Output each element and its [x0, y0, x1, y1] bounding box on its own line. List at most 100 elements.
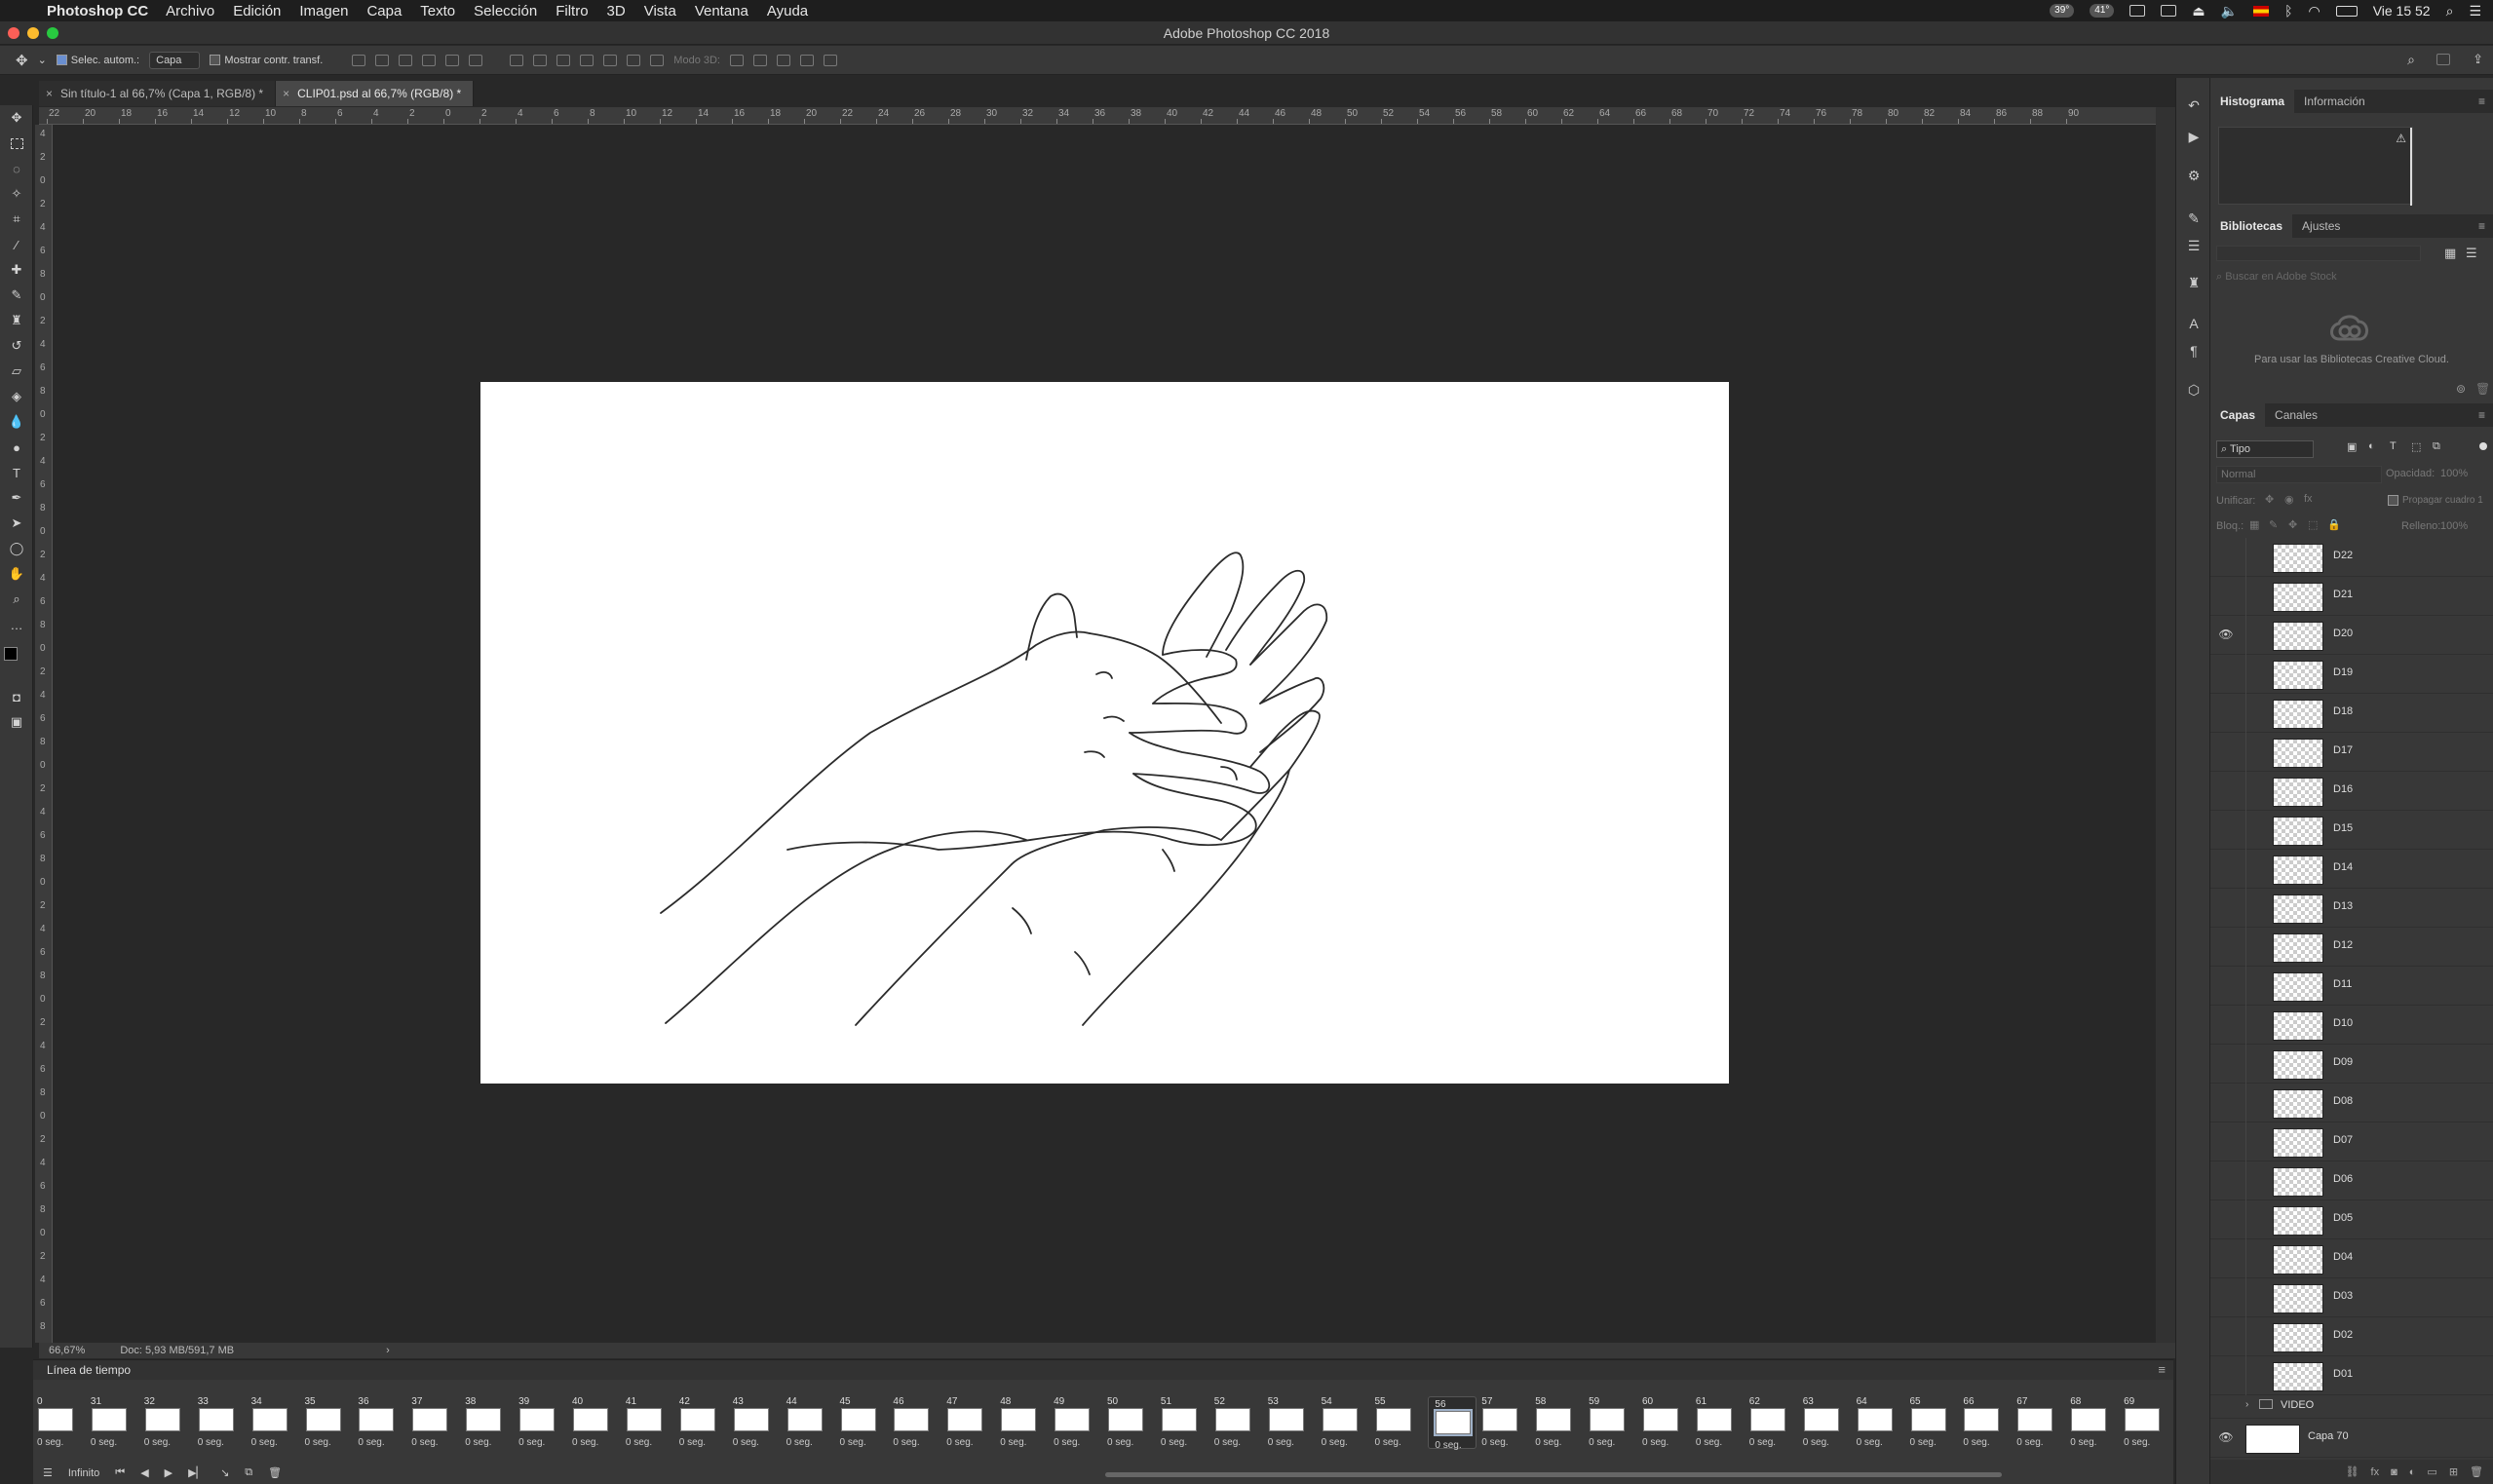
frame-thumbnail[interactable]	[573, 1408, 608, 1431]
frame-thumbnail[interactable]	[1536, 1408, 1572, 1431]
frame-thumbnail[interactable]	[894, 1408, 930, 1431]
timeline-frame[interactable]: 53 0 seg.	[1268, 1396, 1317, 1449]
lock-position-icon[interactable]: ✥	[2288, 518, 2297, 531]
filter-shape-icon[interactable]: ⬚	[2411, 440, 2421, 453]
align-bottom-icon[interactable]	[399, 54, 413, 66]
frame-duration-dropdown[interactable]: 0 seg.	[946, 1437, 995, 1448]
visibility-eye-icon[interactable]	[2216, 550, 2236, 565]
menu-item[interactable]: Texto	[420, 3, 455, 19]
visibility-eye-icon[interactable]: 👁	[2216, 1430, 2236, 1446]
unify-style-icon[interactable]: fx	[2304, 493, 2313, 505]
auto-align-icon[interactable]	[650, 54, 665, 66]
visibility-eye-icon[interactable]	[2216, 939, 2236, 955]
visibility-eye-icon[interactable]	[2216, 783, 2236, 799]
move-tool-icon[interactable]: ✥	[7, 109, 26, 127]
tab-channels[interactable]: Canales	[2265, 403, 2327, 427]
panel-menu-icon[interactable]: ≡	[2478, 90, 2485, 113]
foreground-color-swatch[interactable]	[4, 647, 18, 661]
timeline-frame[interactable]: 37 0 seg.	[411, 1396, 460, 1449]
layer-row[interactable]: D17	[2210, 733, 2493, 772]
frame-duration-dropdown[interactable]: 0 seg.	[1589, 1437, 1637, 1448]
frame-thumbnail[interactable]	[947, 1408, 983, 1431]
distribute-vcenter-icon[interactable]	[533, 54, 548, 66]
tab-layers[interactable]: Capas	[2210, 403, 2266, 427]
menu-item[interactable]: Archivo	[166, 3, 214, 19]
fill-input[interactable]: 100%	[2440, 520, 2468, 532]
auto-select-checkbox[interactable]	[56, 55, 67, 66]
visibility-eye-icon[interactable]	[2216, 1290, 2236, 1306]
layer-row[interactable]: D19	[2210, 655, 2493, 694]
timeline-frame[interactable]: 61 0 seg.	[1696, 1396, 1745, 1449]
opacity-input[interactable]: 100%	[2440, 468, 2468, 479]
frame-thumbnail[interactable]	[1857, 1408, 1893, 1431]
layer-name[interactable]: D17	[2333, 744, 2353, 756]
lock-transparency-icon[interactable]: ▦	[2249, 518, 2259, 531]
timeline-frame[interactable]: 50 0 seg.	[1107, 1396, 1156, 1449]
frame-thumbnail[interactable]	[1214, 1408, 1250, 1431]
menu-item[interactable]: Ayuda	[767, 3, 808, 19]
layer-row[interactable]: D09	[2210, 1045, 2493, 1084]
new-layer-icon[interactable]: ⊞	[2449, 1465, 2458, 1478]
quick-mask-icon[interactable]: ◘	[7, 688, 26, 705]
timeline-frame[interactable]: 31 0 seg.	[91, 1396, 139, 1449]
frame-thumbnail[interactable]	[733, 1408, 769, 1431]
visibility-eye-icon[interactable]	[2216, 978, 2236, 994]
menu-item[interactable]: Imagen	[299, 3, 348, 19]
visibility-eye-icon[interactable]	[2216, 1251, 2236, 1267]
adjustments-sliders-icon[interactable]: ☰	[2185, 238, 2203, 253]
align-horizontal-center-icon[interactable]	[445, 54, 460, 66]
history-icon[interactable]: ↶	[2185, 97, 2203, 113]
eyedropper-tool-icon[interactable]: ⁄	[7, 236, 26, 253]
type-tool-icon[interactable]: T	[7, 464, 26, 481]
frame-duration-dropdown[interactable]: 0 seg.	[1268, 1437, 1317, 1448]
layer-row[interactable]: D01	[2210, 1356, 2493, 1395]
frame-duration-dropdown[interactable]: 0 seg.	[1161, 1437, 1209, 1448]
zoom-window-button[interactable]	[47, 27, 58, 39]
clone-stamp-tool-icon[interactable]: ♜	[7, 312, 26, 329]
filter-toggle-icon[interactable]	[2479, 442, 2487, 450]
battery-icon[interactable]	[2335, 5, 2358, 17]
frame-thumbnail[interactable]	[1108, 1408, 1143, 1431]
warning-icon[interactable]: ⚠	[2396, 132, 2406, 145]
path-selection-tool-icon[interactable]: ➤	[7, 514, 26, 532]
distribute-right-icon[interactable]	[627, 54, 641, 66]
magic-wand-tool-icon[interactable]: ✧	[7, 185, 26, 203]
layer-name[interactable]: D10	[2333, 1017, 2353, 1029]
layer-name[interactable]: D12	[2333, 939, 2353, 951]
visibility-eye-icon[interactable]	[2216, 1368, 2236, 1384]
delete-frame-icon[interactable]: 🗑	[268, 1466, 282, 1479]
frame-thumbnail[interactable]	[1590, 1408, 1626, 1431]
frame-thumbnail[interactable]	[1001, 1408, 1037, 1431]
tab-clip01[interactable]: × CLIP01.psd al 66,7% (RGB/8) *	[276, 81, 475, 106]
timeline-frame[interactable]: 36 0 seg.	[358, 1396, 406, 1449]
layer-name[interactable]: Capa 70	[2308, 1430, 2349, 1442]
pen-tool-icon[interactable]: ✒	[7, 489, 26, 507]
align-vertical-center-icon[interactable]	[375, 54, 390, 66]
status-expand-icon[interactable]: ›	[386, 1345, 390, 1356]
tab-adjustments[interactable]: Ajustes	[2292, 214, 2350, 238]
frame-thumbnail[interactable]	[519, 1408, 556, 1431]
timeline-frame[interactable]: 63 0 seg.	[1803, 1396, 1852, 1449]
share-icon[interactable]: ⇪	[2473, 52, 2483, 67]
frame-thumbnail[interactable]	[679, 1408, 715, 1431]
drag-3d-icon[interactable]	[777, 54, 790, 66]
layer-row-background[interactable]: 👁 Capa 70	[2210, 1419, 2493, 1458]
align-left-icon[interactable]	[422, 54, 437, 66]
timeline-frame[interactable]: 34 0 seg.	[251, 1396, 300, 1449]
layer-name[interactable]: D06	[2333, 1173, 2353, 1185]
layer-style-icon[interactable]: fx	[2371, 1466, 2380, 1478]
zoom-level[interactable]: 66,67%	[49, 1345, 85, 1356]
layer-row[interactable]: D13	[2210, 889, 2493, 928]
clone-source-icon[interactable]: ♜	[2185, 275, 2203, 290]
frame-duration-dropdown[interactable]: 0 seg.	[198, 1437, 247, 1448]
visibility-eye-icon[interactable]	[2216, 1095, 2236, 1111]
layer-row[interactable]: D14	[2210, 850, 2493, 889]
timeline-frame[interactable]: 39 0 seg.	[518, 1396, 567, 1449]
visibility-eye-icon[interactable]	[2216, 589, 2236, 604]
workspace-icon[interactable]	[2436, 54, 2450, 68]
document-canvas[interactable]	[480, 382, 1729, 1084]
blend-mode-dropdown[interactable]: Normal	[2216, 466, 2382, 483]
timeline-frame[interactable]: 68 0 seg.	[2070, 1396, 2119, 1449]
frame-duration-dropdown[interactable]: 0 seg.	[358, 1437, 406, 1448]
zoom-tool-icon[interactable]: ⌕	[7, 590, 26, 608]
